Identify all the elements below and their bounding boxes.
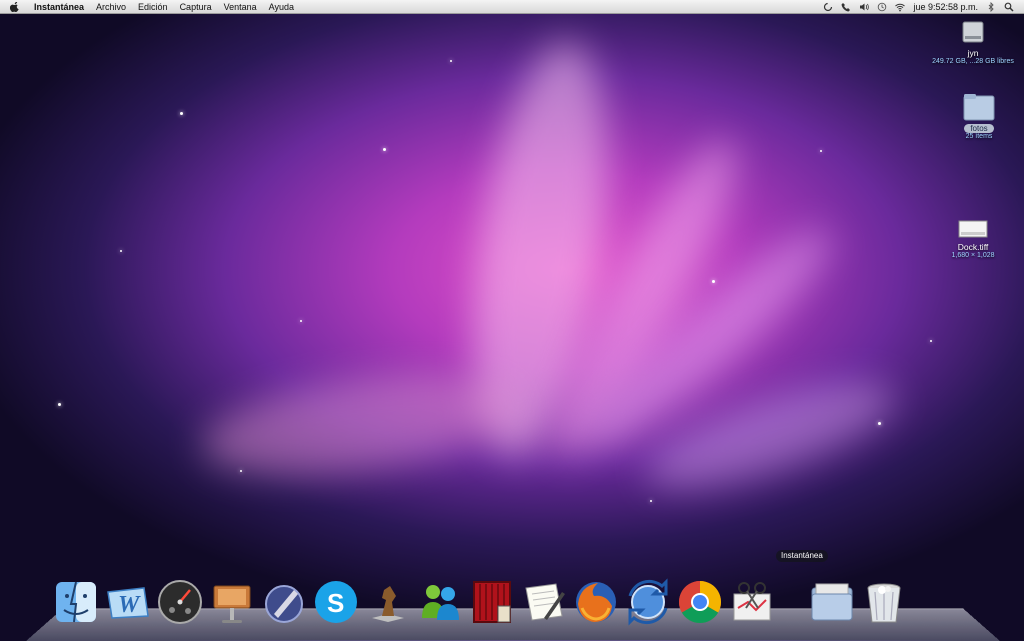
dock-finder[interactable] <box>52 578 100 626</box>
finder-icon <box>56 581 96 623</box>
app-menu[interactable]: Instantánea <box>28 2 90 12</box>
dock: W S <box>52 570 908 626</box>
phone-icon[interactable] <box>841 2 851 12</box>
chess-knight-icon <box>372 586 404 622</box>
firefox-icon <box>576 582 616 622</box>
folder-info: 25 ítems <box>965 133 993 140</box>
keynote-icon <box>213 585 251 623</box>
apple-menu-icon[interactable] <box>10 1 20 12</box>
menu-edicion[interactable]: Edición <box>132 2 174 12</box>
disk-name: jyn <box>967 48 979 58</box>
menu-archivo[interactable]: Archivo <box>90 2 132 12</box>
dock-textedit[interactable] <box>520 578 568 626</box>
bluetooth-icon[interactable] <box>986 1 996 12</box>
stack-folder-icon <box>811 583 853 621</box>
volume-icon[interactable] <box>859 2 870 12</box>
front-row-icon <box>473 581 511 623</box>
svg-text:W: W <box>118 592 141 618</box>
disk-info: 249.72 GB, ...28 GB libres <box>932 58 1014 65</box>
menu-ayuda[interactable]: Ayuda <box>263 2 300 12</box>
sync-globe-icon <box>628 578 668 626</box>
dock-chess[interactable] <box>364 578 412 626</box>
folder-icon <box>963 94 995 121</box>
dashboard-icon <box>158 580 202 624</box>
instantanea-scissors-icon <box>733 582 771 621</box>
file-info: 1,680 × 1,028 <box>951 252 995 259</box>
svg-text:S: S <box>327 588 344 618</box>
desktop-disk-jyn[interactable]: jyn 249.72 GB, ...28 GB libres <box>928 18 1018 65</box>
dock-firefox[interactable] <box>572 578 620 626</box>
clock[interactable]: jue 9:52:58 p.m. <box>913 2 978 12</box>
menu-ventana[interactable]: Ventana <box>218 2 263 12</box>
dock-tooltip: Instantánea <box>776 550 828 562</box>
messenger-icon <box>422 585 459 620</box>
dock-pen-tool[interactable] <box>260 578 308 626</box>
skype-icon: S <box>315 581 357 623</box>
dock-word[interactable]: W <box>104 578 152 626</box>
dock-dashboard[interactable] <box>156 578 204 626</box>
menu-bar: Instantánea Archivo Edición Captura Vent… <box>0 0 1024 14</box>
trash-icon <box>867 583 901 623</box>
dock-messenger[interactable] <box>416 578 464 626</box>
wifi-icon[interactable] <box>895 2 906 12</box>
dock-folder[interactable] <box>808 578 856 626</box>
dock-instantanea[interactable] <box>728 578 776 626</box>
word-icon: W <box>107 587 149 619</box>
file-name: Dock.tiff <box>957 242 989 252</box>
dock-front-row[interactable] <box>468 578 516 626</box>
pen-tool-icon <box>265 585 303 623</box>
sync-status-icon[interactable] <box>823 2 833 12</box>
chrome-icon <box>678 581 722 624</box>
desktop-file-dock-tiff[interactable]: Dock.tiff 1,680 × 1,028 <box>928 218 1018 259</box>
folder-name: fotos <box>964 124 994 133</box>
image-file-icon <box>958 220 988 238</box>
hard-drive-icon <box>962 21 984 43</box>
dock-trash[interactable] <box>860 578 908 626</box>
dock-skype[interactable]: S <box>312 578 360 626</box>
spotlight-search-icon[interactable] <box>1004 2 1014 12</box>
textedit-icon <box>525 583 565 621</box>
desktop-folder-fotos[interactable]: fotos 25 ítems <box>934 92 1024 140</box>
time-machine-icon[interactable] <box>877 2 887 12</box>
menu-captura[interactable]: Captura <box>174 2 218 12</box>
dock-sync[interactable] <box>624 578 672 626</box>
dock-keynote[interactable] <box>208 578 256 626</box>
dock-chrome[interactable] <box>676 578 724 626</box>
